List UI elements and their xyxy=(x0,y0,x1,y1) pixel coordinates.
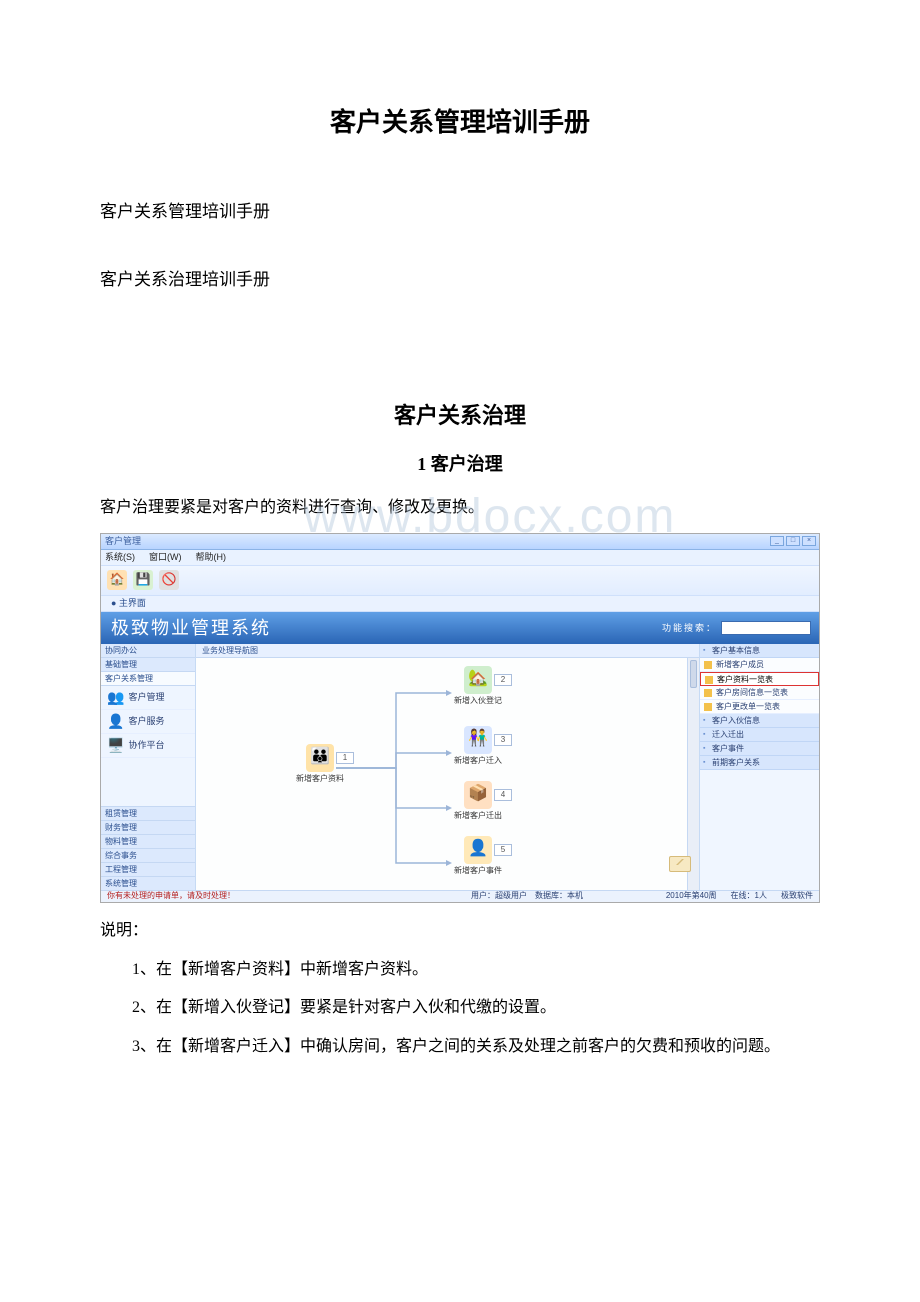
right-hdr-event[interactable]: 客户事件 xyxy=(700,742,819,756)
status-user: 用户：超级用户 数据库：本机 xyxy=(471,889,583,903)
sidebar-item-customer[interactable]: 👥 客户管理 xyxy=(101,686,195,710)
right-label-1: 新增客户成员 xyxy=(716,660,764,669)
node-label-4: 新增客户迁出 xyxy=(454,809,502,823)
document-title: 客户关系管理培训手册 xyxy=(100,100,820,147)
paragraph-2: 客户关系治理培训手册 xyxy=(100,265,820,296)
window-title: 客户管理 xyxy=(105,533,141,549)
minimize-button[interactable]: _ xyxy=(770,536,784,546)
doc-icon xyxy=(705,676,713,684)
right-hdr-checkin[interactable]: 客户入伙信息 xyxy=(700,714,819,728)
tag-2: 2 xyxy=(494,674,512,686)
sidebar-label-coop: 协作平台 xyxy=(128,737,164,753)
explain-label: 说明： xyxy=(100,917,820,946)
node-moveout[interactable]: 📦 新增客户迁出 xyxy=(454,781,502,823)
monitor-icon: 🖥️ xyxy=(107,733,124,758)
right-label-2: 客户资料一览表 xyxy=(717,675,773,684)
scrollbar[interactable] xyxy=(687,658,699,890)
app-screenshot: 客户管理 _ □ × 系统(S) 窗口(W) 帮助(H) 🏠 💾 🚫 ● 主界面… xyxy=(100,533,820,903)
sidebar-material[interactable]: 物料管理 xyxy=(101,834,195,848)
right-item-room-list[interactable]: 客户房间信息一览表 xyxy=(700,686,819,700)
box-icon: 📦 xyxy=(464,781,492,809)
sidebar-label-service: 客户服务 xyxy=(128,713,164,729)
right-hdr-move[interactable]: 迁入迁出 xyxy=(700,728,819,742)
explain-1: 1、在【新增客户资料】中新增客户资料。 xyxy=(100,956,820,985)
app-title: 极致物业管理系统 xyxy=(111,612,271,644)
mail-icon[interactable] xyxy=(669,856,691,872)
status-alert: 你有未处理的申请单，请及时处理！ xyxy=(107,889,235,903)
intro-text: 客户治理要紧是对客户的资料进行查询、修改及更换。 xyxy=(100,494,820,523)
sidebar-item-service[interactable]: 👤 客户服务 xyxy=(101,710,195,734)
explain-3: 3、在【新增客户迁入】中确认房间，客户之间的关系及处理之前客户的欠费和预收的问题… xyxy=(100,1033,820,1062)
close-button[interactable]: × xyxy=(802,536,816,546)
house-icon: 🏡 xyxy=(464,666,492,694)
node-checkin[interactable]: 🏡 新增入伙登记 xyxy=(454,666,502,708)
sidebar-system[interactable]: 系统管理 xyxy=(101,876,195,890)
sidebar-engineering[interactable]: 工程管理 xyxy=(101,862,195,876)
app-banner: 极致物业管理系统 www.bdocx.com 功能搜索： xyxy=(101,612,819,644)
people-icon: 👥 xyxy=(107,685,124,710)
right-panel: 客户基本信息 新增客户成员 客户资料一览表 客户房间信息一览表 客户更改单一览表… xyxy=(699,644,819,890)
menu-bar: 系统(S) 窗口(W) 帮助(H) xyxy=(101,550,819,566)
left-sidebar: 协同办公 基础管理 客户关系管理 👥 客户管理 👤 客户服务 🖥️ 协作平台 租… xyxy=(101,644,196,890)
window-titlebar: 客户管理 _ □ × xyxy=(101,534,819,550)
bell-icon: 👤 xyxy=(464,836,492,864)
tag-3: 3 xyxy=(494,734,512,746)
maximize-button[interactable]: □ xyxy=(786,536,800,546)
section-title: 客户关系治理 xyxy=(100,396,820,436)
toolbar: 🏠 💾 🚫 xyxy=(101,566,819,596)
center-canvas: 业务处理导航图 👪 新增客户资料 1 🏡 新增入伙登记 2 xyxy=(196,644,699,890)
menu-window[interactable]: 窗口(W) xyxy=(149,549,182,565)
right-label-3: 客户房间信息一览表 xyxy=(716,688,788,697)
right-hdr-early[interactable]: 前期客户关系 xyxy=(700,756,819,770)
tab-main[interactable]: ● 主界面 xyxy=(105,595,152,611)
center-header: 业务处理导航图 xyxy=(196,644,699,658)
people-pair-icon: 👫 xyxy=(464,726,492,754)
sidebar-rent[interactable]: 租赁管理 xyxy=(101,806,195,820)
explain-2: 2、在【新增入伙登记】要紧是针对客户入伙和代缴的设置。 xyxy=(100,994,820,1023)
search-input[interactable] xyxy=(721,621,811,635)
save-icon[interactable]: 💾 xyxy=(133,570,153,590)
status-week: 2010年第40周 xyxy=(666,889,717,903)
person-icon: 👤 xyxy=(107,709,124,734)
home-icon[interactable]: 🏠 xyxy=(107,570,127,590)
paragraph-1: 客户关系管理培训手册 xyxy=(100,197,820,228)
sidebar-hdr-base[interactable]: 基础管理 xyxy=(101,658,195,672)
node-label-2: 新增入伙登记 xyxy=(454,694,502,708)
doc-icon xyxy=(704,661,712,669)
right-item-add-member[interactable]: 新增客户成员 xyxy=(700,658,819,672)
node-event[interactable]: 👤 新增客户事件 xyxy=(454,836,502,878)
flow-lines xyxy=(196,658,699,890)
node-new-customer[interactable]: 👪 新增客户资料 xyxy=(296,744,344,786)
tab-bar: ● 主界面 xyxy=(101,596,819,612)
exit-icon[interactable]: 🚫 xyxy=(159,570,179,590)
node-label-5: 新增客户事件 xyxy=(454,864,502,878)
right-item-change-list[interactable]: 客户更改单一览表 xyxy=(700,700,819,714)
node-movein[interactable]: 👫 新增客户迁入 xyxy=(454,726,502,768)
tag-4: 4 xyxy=(494,789,512,801)
right-item-customer-list[interactable]: 客户资料一览表 xyxy=(700,672,819,686)
status-bar: 你有未处理的申请单，请及时处理！ 用户：超级用户 数据库：本机 2010年第40… xyxy=(101,890,819,902)
sidebar-hdr-coop[interactable]: 协同办公 xyxy=(101,644,195,658)
sidebar-finance[interactable]: 财务管理 xyxy=(101,820,195,834)
menu-system[interactable]: 系统(S) xyxy=(105,549,135,565)
menu-help[interactable]: 帮助(H) xyxy=(196,549,227,565)
people-group-icon: 👪 xyxy=(306,744,334,772)
sidebar-label-customer: 客户管理 xyxy=(128,689,164,705)
node-label-root: 新增客户资料 xyxy=(296,772,344,786)
sidebar-general[interactable]: 综合事务 xyxy=(101,848,195,862)
tag-5: 5 xyxy=(494,844,512,856)
node-label-3: 新增客户迁入 xyxy=(454,754,502,768)
subsection-title: 1 客户治理 xyxy=(100,448,820,480)
tag-1: 1 xyxy=(336,752,354,764)
scrollbar-thumb[interactable] xyxy=(690,660,697,688)
search-label: 功能搜索： xyxy=(662,620,717,636)
right-hdr-basic[interactable]: 客户基本信息 xyxy=(700,644,819,658)
right-label-4: 客户更改单一览表 xyxy=(716,702,780,711)
doc-icon xyxy=(704,689,712,697)
status-brand: 极致软件 xyxy=(781,889,813,903)
status-online: 在线：1人 xyxy=(731,889,767,903)
sidebar-item-coop[interactable]: 🖥️ 协作平台 xyxy=(101,734,195,758)
doc-icon xyxy=(704,703,712,711)
sidebar-hdr-crm[interactable]: 客户关系管理 xyxy=(101,672,195,686)
